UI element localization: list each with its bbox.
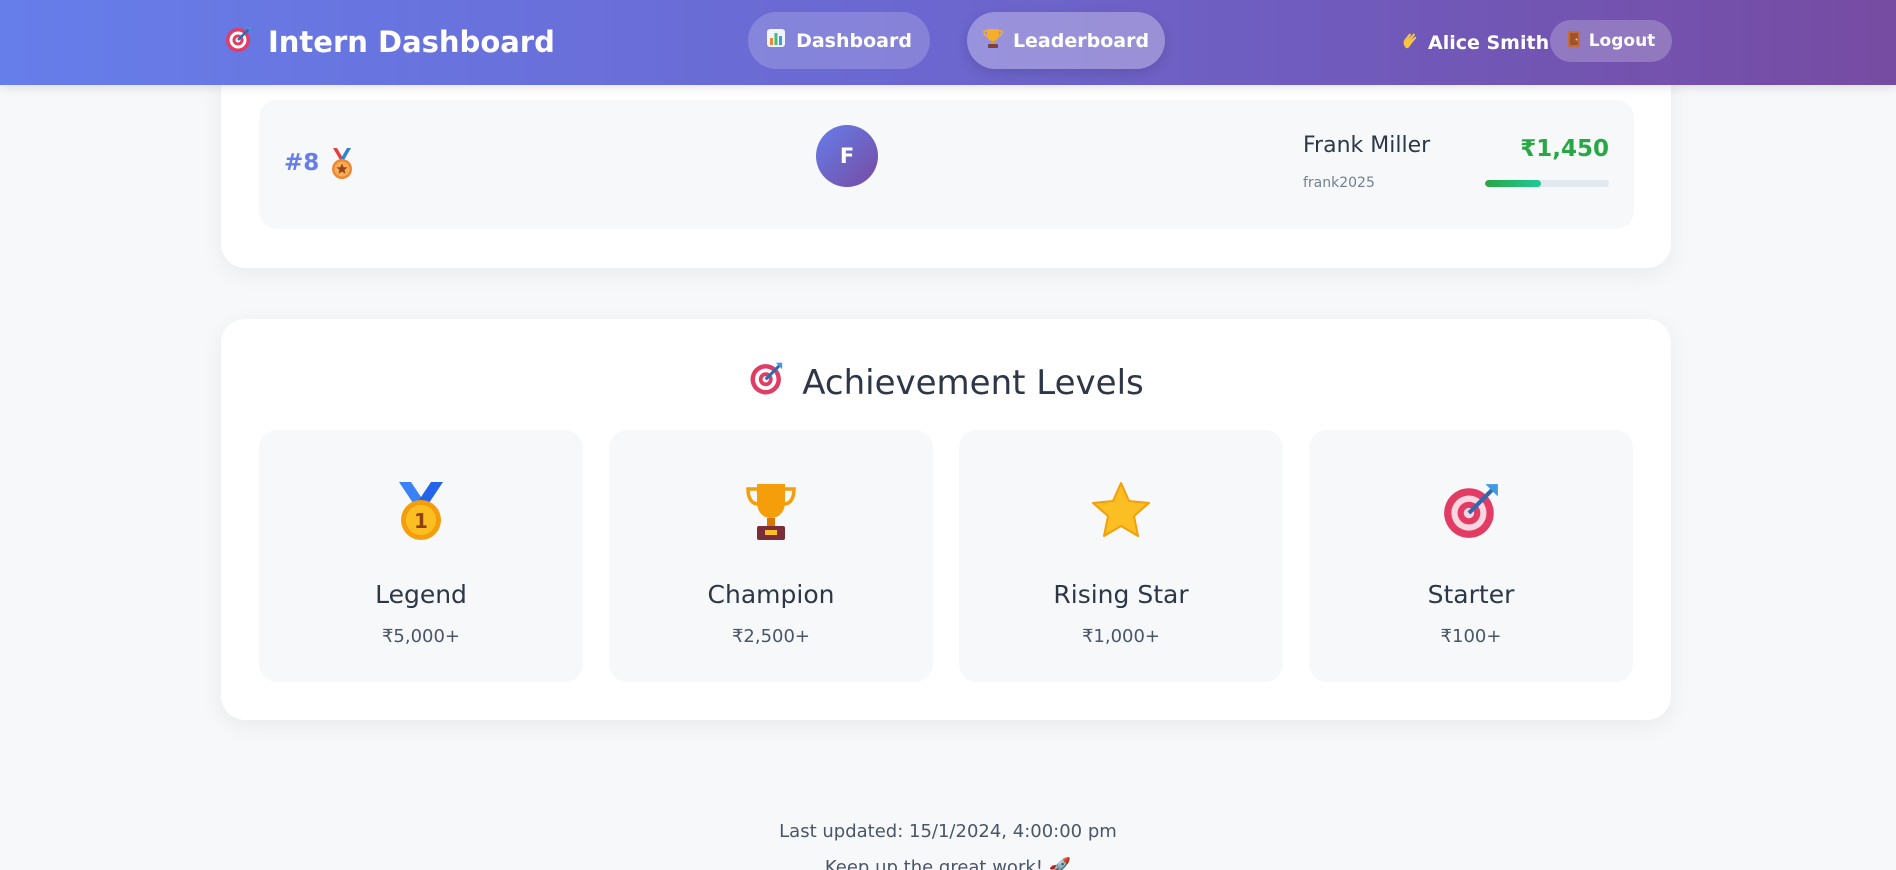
section-title-text: Achievement Levels [802,362,1144,403]
level-card-champion: Champion ₹2,500+ [609,430,933,682]
intern-name: Frank Miller [1303,133,1431,158]
target-icon [1309,480,1633,542]
svg-text:1: 1 [414,509,428,533]
level-name: Champion [707,580,835,609]
level-threshold: ₹100+ [1440,626,1502,647]
footer-message: Keep up the great work! 🚀 [824,857,1072,870]
level-name: Legend [375,580,467,609]
level-name: Rising Star [1053,580,1189,609]
logout-button[interactable]: Logout [1550,20,1672,62]
nav-tab-label: Dashboard [796,29,912,52]
user-name: Alice Smith [1428,32,1550,54]
level-threshold: ₹1,000+ [1081,626,1161,647]
donation-amount: ₹1,450 [1520,136,1609,162]
brand[interactable]: Intern Dashboard [224,22,555,62]
target-icon [224,24,254,61]
app-title: Intern Dashboard [268,25,555,59]
section-title: Achievement Levels [221,359,1671,406]
nav-tab-dashboard[interactable]: Dashboard [748,12,930,69]
leaderboard-row[interactable]: #8 F Frank Miller frank2025 ₹1,450 [259,100,1634,229]
sports-medal-icon [327,147,357,185]
logout-label: Logout [1588,31,1656,51]
level-threshold: ₹2,500+ [731,626,811,647]
user-greeting: Alice Smith [1400,28,1549,58]
avatar-letter: F [839,144,855,168]
last-updated-text: Last updated: 15/1/2024, 4:00:00 pm [779,821,1117,842]
door-icon [1567,30,1581,53]
star-icon [959,480,1283,542]
level-card-rising-star: Rising Star ₹1,000+ [959,430,1283,682]
trophy-icon [983,27,1003,54]
bar-chart-icon [766,28,786,53]
achievement-levels-card: Achievement Levels 1 Legend ₹5,000+ Cham… [221,319,1671,720]
progress-bar [1485,180,1609,187]
trophy-icon [609,480,933,542]
level-card-legend: 1 Legend ₹5,000+ [259,430,583,682]
nav-tab-label: Leaderboard [1012,29,1150,52]
level-name: Starter [1427,580,1515,609]
target-icon [748,359,786,406]
avatar: F [816,125,878,187]
level-card-starter: Starter ₹100+ [1309,430,1633,682]
top-navigation-bar: Intern Dashboard Dashboard Leaderboard A… [0,0,1896,85]
level-threshold: ₹5,000+ [381,626,461,647]
waving-hand-icon [1400,31,1420,56]
first-place-medal-icon: 1 [259,480,583,542]
nav-tab-leaderboard[interactable]: Leaderboard [967,12,1165,69]
intern-username: frank2025 [1303,175,1375,191]
rank-number: #8 [284,150,320,176]
progress-bar-fill [1485,180,1541,187]
